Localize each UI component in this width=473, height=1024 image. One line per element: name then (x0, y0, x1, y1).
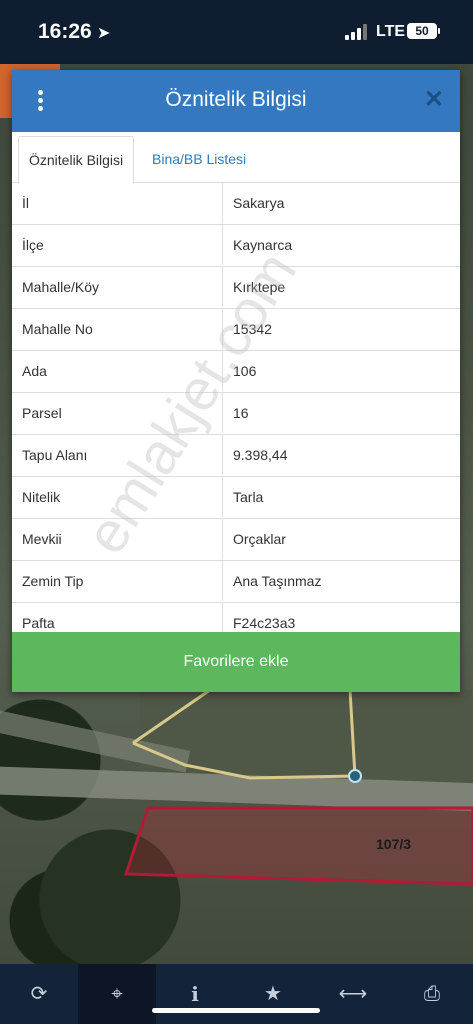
battery-icon: 50 (407, 23, 437, 39)
row-key: İl (22, 195, 29, 211)
row-key: Tapu Alanı (22, 447, 88, 463)
location-arrow-icon: ➤ (97, 25, 111, 42)
table-row: Nitelik Tarla (12, 477, 460, 519)
row-value: Kaynarca (233, 237, 293, 253)
star-icon[interactable]: ★ (234, 964, 312, 1024)
row-value: 16 (233, 405, 249, 421)
tab-attributes[interactable]: Öznitelik Bilgisi (18, 136, 135, 184)
status-bar: 16:26 ➤ LTE 50 (0, 0, 473, 64)
locate-icon[interactable]: ⌖ (78, 964, 156, 1024)
dialog-title: Öznitelik Bilgisi (165, 88, 307, 111)
close-icon[interactable]: ✕ (424, 88, 444, 112)
table-row: Mahalle/Köy Kırktepe (12, 267, 460, 309)
table-row: İlçe Kaynarca (12, 225, 460, 267)
info-icon[interactable]: i (156, 964, 234, 1024)
row-value: Orçaklar (233, 531, 286, 547)
dialog-header: Öznitelik Bilgisi ✕ (12, 70, 460, 132)
table-row: Tapu Alanı 9.398,44 (12, 435, 460, 477)
row-value: Kırktepe (233, 279, 286, 295)
dialog-tabs: Öznitelik Bilgisi Bina/BB Listesi (12, 132, 460, 184)
attribute-table: İl Sakarya İlçe Kaynarca Mahalle/Köy Kır… (12, 183, 460, 645)
row-key: Parsel (22, 405, 62, 421)
row-value: 106 (233, 363, 257, 379)
parcel-boundary-red (123, 806, 473, 886)
bottom-toolbar: ⟳ ⌖ i ★ ⟷ ⎙ (0, 964, 473, 1024)
status-time: 16:26 (38, 20, 92, 43)
parcel-boundary-yellow (132, 688, 357, 780)
row-key: Mahalle/Köy (22, 279, 100, 295)
measure-icon[interactable]: ⟷ (314, 964, 392, 1024)
row-value: Tarla (233, 489, 264, 505)
row-value: 15342 (233, 321, 272, 337)
table-row: İl Sakarya (12, 183, 460, 225)
attribute-dialog: Öznitelik Bilgisi ✕ Öznitelik Bilgisi Bi… (12, 70, 460, 692)
row-value: Sakarya (233, 195, 285, 211)
refresh-icon[interactable]: ⟳ (0, 964, 78, 1024)
home-indicator (152, 1008, 320, 1013)
row-key: İlçe (22, 237, 44, 253)
table-row: Parsel 16 (12, 393, 460, 435)
table-row: Mahalle No 15342 (12, 309, 460, 351)
table-row: Zemin Tip Ana Taşınmaz (12, 561, 460, 603)
parcel-vertex-handle (348, 769, 362, 783)
row-key: Nitelik (22, 489, 61, 505)
signal-icon (345, 24, 369, 40)
row-key: Ada (22, 363, 47, 379)
row-value: 9.398,44 (233, 447, 288, 463)
tab-building-list[interactable]: Bina/BB Listesi (142, 136, 256, 182)
row-value: Ana Taşınmaz (233, 573, 322, 589)
table-row: Ada 106 (12, 351, 460, 393)
row-key: Zemin Tip (22, 573, 84, 589)
print-icon[interactable]: ⎙ (393, 964, 471, 1024)
add-favorite-button[interactable]: Favorilere ekle (12, 632, 460, 692)
battery-cap (438, 28, 440, 34)
network-type: LTE (376, 23, 406, 40)
row-key: Mevkii (22, 531, 62, 547)
table-row: Mevkii Orçaklar (12, 519, 460, 561)
row-key: Mahalle No (22, 321, 93, 337)
parcel-label: 107/3 (376, 836, 412, 852)
